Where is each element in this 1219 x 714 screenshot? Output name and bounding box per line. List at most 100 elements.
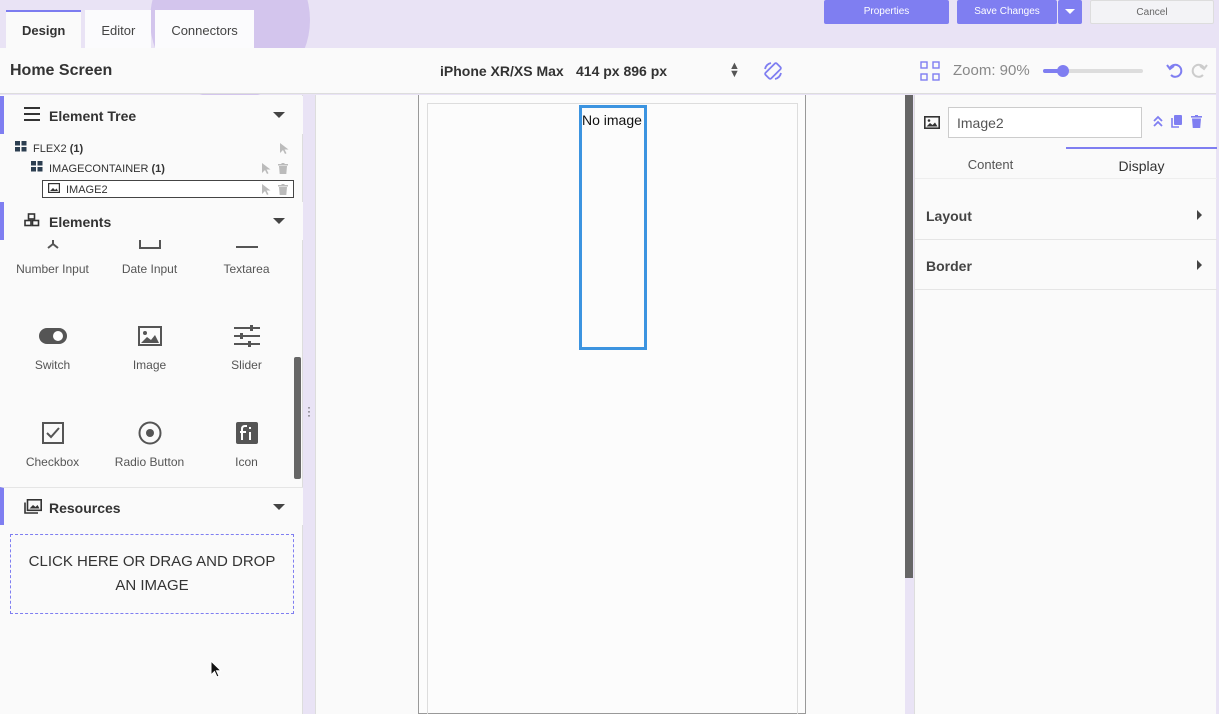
image-dropzone[interactable]: CLICK HERE OR DRAG AND DROP AN IMAGE [10, 534, 294, 614]
textarea-icon [198, 240, 294, 254]
no-image-placeholder: No image [582, 112, 642, 128]
image-icon [48, 181, 61, 199]
element-label: Number Input [16, 262, 89, 276]
properties-tabs: Content Display [915, 147, 1217, 179]
selected-image-element[interactable]: No image [579, 105, 647, 350]
element-name-input[interactable] [948, 107, 1142, 138]
tree-node-image2[interactable]: IMAGE2 [42, 180, 294, 198]
grid-icon [15, 140, 27, 158]
resources-header[interactable]: Resources [0, 487, 303, 525]
chevron-down-icon [1065, 8, 1075, 14]
select-parent-icon[interactable] [1153, 115, 1163, 133]
date-input-icon [101, 240, 198, 254]
collapse-icon[interactable] [273, 218, 285, 224]
save-options-dropdown[interactable] [1058, 0, 1082, 24]
tab-editor[interactable]: Editor [85, 10, 152, 48]
trash-icon[interactable] [278, 163, 288, 177]
element-label: Textarea [223, 262, 270, 276]
tree-node-label: FLEX2 [33, 143, 67, 155]
element-label: Switch [34, 358, 71, 372]
zoom-slider[interactable] [1043, 65, 1143, 77]
zoom-slider-handle[interactable] [1057, 65, 1069, 77]
element-tree-title: Element Tree [49, 108, 137, 124]
tree-node-flex2[interactable]: FLEX2 (1) [15, 140, 83, 158]
element-icon[interactable]: Icon [198, 419, 294, 469]
tree-node-count: (1) [69, 143, 84, 155]
elements-header[interactable]: Elements [0, 202, 303, 240]
save-changes-button[interactable]: Save Changes [957, 0, 1057, 24]
fit-screen-icon[interactable] [920, 61, 940, 86]
redo-icon[interactable] [1189, 60, 1209, 85]
screen-header: Home Screen iPhone XR/XS Max 414 px 896 … [0, 48, 1216, 94]
element-number-input[interactable]: Number Input [4, 240, 101, 276]
element-date-input[interactable]: Date Input [101, 240, 198, 276]
select-cursor-icon[interactable] [262, 163, 271, 177]
element-textarea[interactable]: Textarea [198, 240, 294, 276]
image-icon [101, 322, 198, 350]
panel-resize-handle[interactable]: · · · [307, 401, 311, 421]
element-switch[interactable]: Switch [4, 322, 101, 372]
switch-icon [4, 322, 101, 350]
rotate-device-icon[interactable] [762, 60, 784, 87]
device-name[interactable]: iPhone XR/XS Max [440, 63, 564, 79]
cancel-button[interactable]: Cancel [1090, 0, 1214, 24]
properties-button[interactable]: Properties [824, 0, 949, 24]
layout-section[interactable]: Layout [915, 190, 1217, 240]
element-radio-button[interactable]: Radio Button [101, 419, 198, 469]
section-label: Border [926, 258, 972, 274]
element-label: Date Input [121, 262, 178, 276]
element-label: Slider [231, 358, 262, 372]
font-icon [198, 419, 294, 447]
flex-container[interactable]: No image [427, 103, 798, 714]
page-title: Home Screen [10, 62, 113, 79]
trash-icon[interactable] [1191, 115, 1202, 133]
images-icon [24, 499, 42, 519]
elements-scrollbar[interactable] [294, 357, 301, 479]
tab-content[interactable]: Content [915, 147, 1066, 179]
collapse-icon[interactable] [273, 112, 285, 118]
tab-connectors[interactable]: Connectors [155, 10, 254, 48]
radio-button-icon [101, 419, 198, 447]
chevron-right-icon [1197, 260, 1202, 270]
slider-icon [198, 322, 294, 350]
grid-icon [31, 160, 43, 178]
select-cursor-icon[interactable] [262, 184, 271, 198]
element-label: Image [132, 358, 167, 372]
tree-node-label: IMAGE2 [66, 184, 108, 196]
elements-title: Elements [49, 214, 112, 230]
chevron-right-icon [1197, 210, 1202, 220]
canvas-scrollbar[interactable] [905, 95, 913, 578]
list-icon [24, 107, 40, 126]
left-panel: Element Tree FLEX2 (1) IMAGECONTAINER (1… [0, 95, 303, 714]
zoom-label: Zoom: 90% [953, 62, 1030, 79]
collapse-icon[interactable] [273, 504, 285, 510]
cubes-icon [24, 213, 40, 232]
tree-node-imagecontainer[interactable]: IMAGECONTAINER (1) [31, 160, 165, 178]
trash-icon[interactable] [278, 184, 288, 198]
device-dimensions[interactable]: 414 px 896 px [576, 63, 667, 79]
checkbox-icon [4, 419, 101, 447]
copy-icon[interactable] [1171, 115, 1182, 133]
device-select-arrows-icon[interactable]: ▲ ▼ [729, 61, 740, 80]
mouse-cursor-icon [210, 659, 223, 683]
undo-icon[interactable] [1165, 60, 1185, 85]
elements-grid: Number Input Date Input Textarea Switch … [4, 240, 294, 485]
properties-panel: Content Display Layout Border [914, 95, 1217, 714]
element-label: Radio Button [114, 455, 185, 469]
element-tree-header[interactable]: Element Tree [0, 96, 303, 134]
tab-display[interactable]: Display [1066, 147, 1217, 179]
element-checkbox[interactable]: Checkbox [4, 419, 101, 469]
tree-node-label: IMAGECONTAINER [49, 163, 149, 175]
element-label: Icon [235, 455, 258, 469]
resources-title: Resources [49, 500, 121, 516]
element-label: Checkbox [25, 455, 80, 469]
design-canvas[interactable]: No image [315, 95, 905, 714]
image-icon [924, 116, 940, 134]
top-tabs: Design Editor Connectors [6, 10, 258, 48]
border-section[interactable]: Border [915, 240, 1217, 290]
device-frame: No image [418, 95, 806, 714]
tab-design[interactable]: Design [6, 10, 82, 48]
element-slider[interactable]: Slider [198, 322, 294, 372]
select-cursor-icon[interactable] [280, 143, 289, 157]
element-image[interactable]: Image [101, 322, 198, 372]
